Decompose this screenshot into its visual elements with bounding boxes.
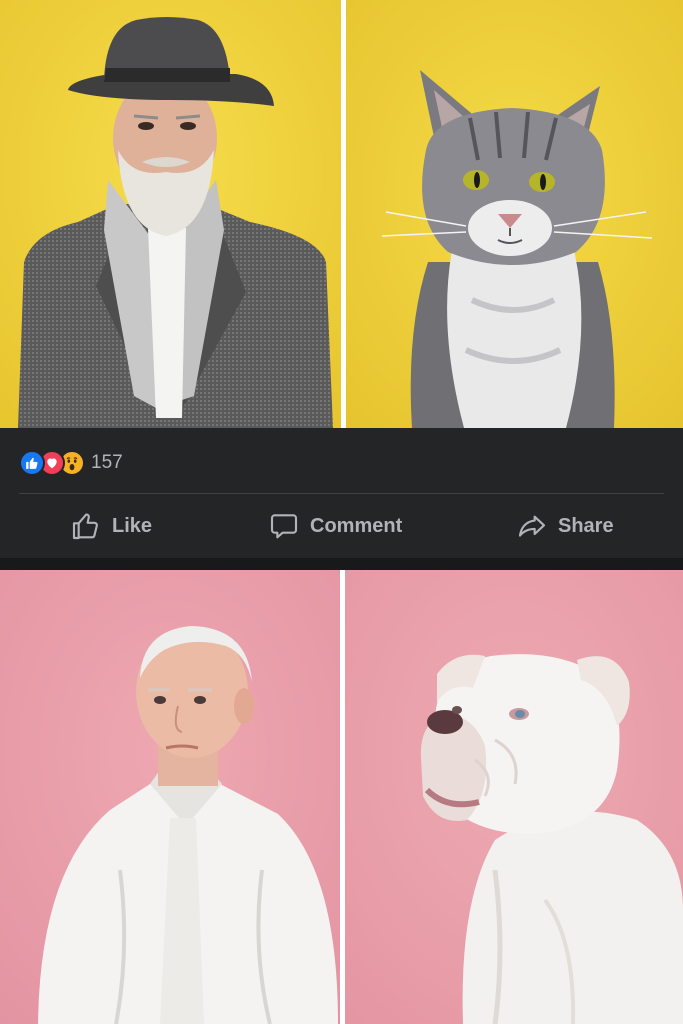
like-reaction-icon bbox=[19, 450, 45, 476]
like-label: Like bbox=[112, 514, 153, 537]
action-separator bbox=[19, 493, 664, 494]
like-button[interactable]: Like bbox=[70, 506, 152, 546]
post-gap bbox=[0, 558, 683, 570]
comment-button[interactable]: Comment bbox=[268, 506, 402, 546]
thumbs-up-icon bbox=[72, 513, 98, 540]
photo-gray-cat[interactable] bbox=[346, 0, 683, 428]
photo-older-man[interactable] bbox=[0, 570, 340, 1024]
share-label: Share bbox=[558, 514, 614, 537]
photo-man-in-hat[interactable] bbox=[0, 0, 341, 428]
reaction-count[interactable]: 157 bbox=[91, 452, 123, 474]
comment-label: Comment bbox=[310, 514, 403, 537]
share-arrow-icon bbox=[518, 515, 546, 537]
photo-white-bulldog[interactable] bbox=[345, 570, 683, 1024]
reactions-summary[interactable]: 157 bbox=[19, 449, 123, 477]
share-button[interactable]: Share bbox=[516, 506, 614, 546]
comment-bubble-icon bbox=[270, 514, 298, 539]
